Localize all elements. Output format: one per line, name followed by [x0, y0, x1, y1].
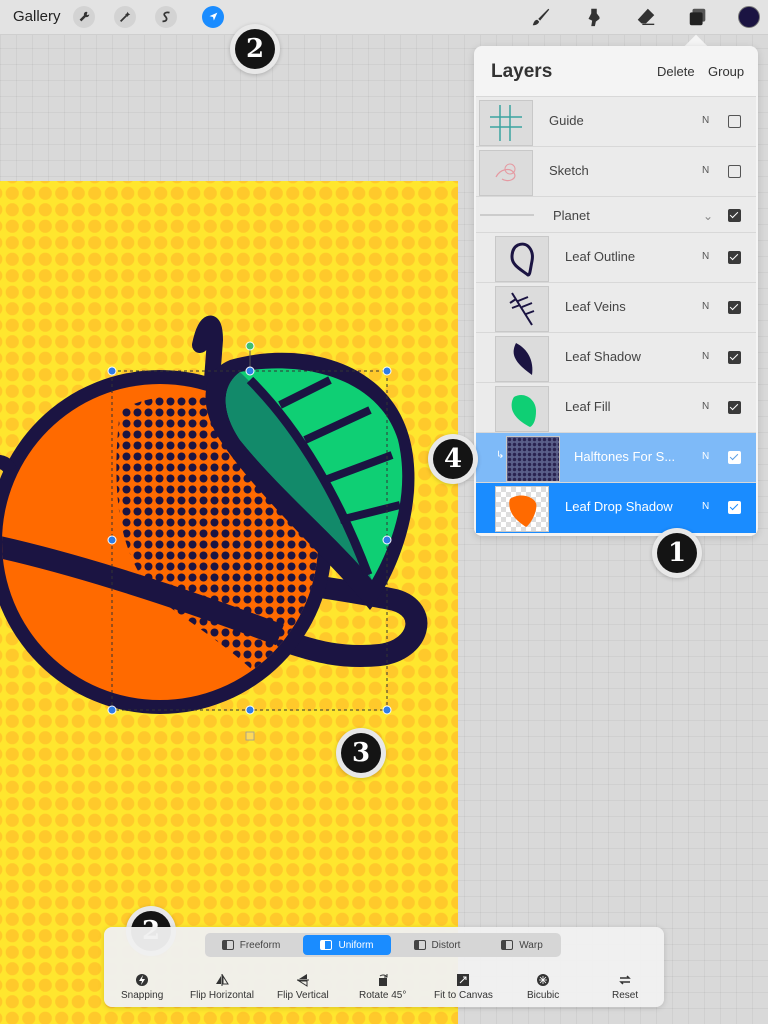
bicubic-icon	[537, 974, 550, 986]
layer-row-leaf-shadow[interactable]: Leaf Shadow N	[476, 332, 756, 383]
layer-thumbnail	[479, 150, 533, 196]
layer-row-halftones[interactable]: ↳ Halftones For S... N	[476, 432, 756, 483]
annotation-badge: 3	[336, 728, 386, 778]
drawing-canvas[interactable]	[0, 181, 458, 1024]
mode-distort-button[interactable]: Distort	[393, 935, 481, 955]
layer-row-leaf-fill[interactable]: Leaf Fill N	[476, 382, 756, 433]
flip-vertical-button[interactable]: Flip Vertical	[277, 973, 329, 1001]
uniform-icon	[320, 940, 333, 950]
layer-name: Leaf Fill	[565, 399, 611, 414]
layer-row-sketch[interactable]: Sketch N	[476, 146, 756, 197]
blend-mode-button[interactable]: N	[702, 401, 709, 412]
magic-wand-icon[interactable]	[114, 6, 136, 28]
layer-name: Guide	[549, 113, 584, 128]
layer-visibility-checkbox[interactable]	[728, 209, 741, 222]
layer-group-planet[interactable]: Planet ⌄	[476, 196, 756, 233]
layer-visibility-checkbox[interactable]	[728, 351, 741, 364]
selection-s-icon[interactable]	[155, 6, 177, 28]
reset-icon	[619, 975, 631, 985]
group-divider	[480, 214, 534, 216]
layers-icon[interactable]	[686, 5, 710, 29]
layers-panel: Layers Delete Group Guide N Sketch N Pla…	[474, 46, 758, 536]
freeform-icon	[221, 940, 234, 950]
color-swatch-button[interactable]	[738, 6, 760, 28]
fit-to-canvas-icon	[457, 974, 470, 986]
gallery-button[interactable]: Gallery	[13, 8, 61, 25]
reset-button[interactable]: Reset	[612, 973, 638, 1001]
smudge-icon[interactable]	[582, 5, 606, 29]
layer-row-leaf-veins[interactable]: Leaf Veins N	[476, 282, 756, 333]
layer-thumbnail	[495, 236, 549, 282]
layer-row-leaf-drop-shadow[interactable]: Leaf Drop Shadow N	[476, 482, 756, 533]
annotation-badge: 1	[652, 528, 702, 578]
layer-name: Leaf Shadow	[565, 349, 641, 364]
snapping-icon	[136, 974, 149, 986]
eraser-icon[interactable]	[634, 5, 658, 29]
top-toolbar: Gallery	[0, 0, 768, 35]
blend-mode-button[interactable]: N	[702, 251, 709, 262]
annotation-badge: 2	[230, 24, 280, 74]
layer-name: Leaf Veins	[565, 299, 626, 314]
flip-horizontal-icon	[215, 974, 229, 986]
snapping-button[interactable]: Snapping	[121, 973, 163, 1001]
layer-thumbnail	[495, 486, 549, 532]
layer-name: Halftones For S...	[574, 449, 676, 464]
layer-thumbnail	[495, 336, 549, 382]
distort-icon	[413, 940, 426, 950]
layer-visibility-checkbox[interactable]	[728, 165, 741, 178]
blend-mode-button[interactable]: N	[702, 501, 709, 512]
fit-to-canvas-button[interactable]: Fit to Canvas	[434, 973, 493, 1001]
planet-artwork	[0, 315, 428, 741]
layer-visibility-checkbox[interactable]	[728, 401, 741, 414]
warp-icon	[501, 940, 514, 950]
blend-mode-button[interactable]: N	[702, 451, 709, 462]
layer-row-guide[interactable]: Guide N	[476, 96, 756, 147]
blend-mode-button[interactable]: N	[702, 165, 709, 176]
layer-visibility-checkbox[interactable]	[728, 451, 741, 464]
rotate-45-button[interactable]: Rotate 45°	[359, 973, 406, 1001]
delete-layer-button[interactable]: Delete	[657, 64, 695, 79]
layer-name: Leaf Drop Shadow	[565, 499, 673, 514]
layer-name: Leaf Outline	[565, 249, 636, 264]
layer-row-leaf-outline[interactable]: Leaf Outline N	[476, 232, 756, 283]
mode-warp-button[interactable]: Warp	[485, 935, 559, 955]
clipping-mask-icon: ↳	[496, 450, 505, 461]
layer-visibility-checkbox[interactable]	[728, 301, 741, 314]
wrench-icon[interactable]	[73, 6, 95, 28]
group-name: Planet	[553, 208, 590, 223]
flip-vertical-icon	[296, 974, 309, 987]
chevron-down-icon[interactable]: ⌄	[703, 209, 713, 223]
layer-thumbnail	[479, 100, 533, 146]
group-layers-button[interactable]: Group	[708, 64, 744, 79]
transform-arrow-icon[interactable]	[202, 6, 224, 28]
layer-visibility-checkbox[interactable]	[728, 501, 741, 514]
layer-visibility-checkbox[interactable]	[728, 115, 741, 128]
blend-mode-button[interactable]: N	[702, 301, 709, 312]
layer-thumbnail	[506, 436, 560, 482]
transform-mode-selector: Freeform Uniform Distort Warp	[205, 933, 561, 957]
layer-name: Sketch	[549, 163, 589, 178]
blend-mode-button[interactable]: N	[702, 351, 709, 362]
mode-uniform-button[interactable]: Uniform	[303, 935, 391, 955]
annotation-badge: 4	[428, 434, 478, 484]
flip-horizontal-button[interactable]: Flip Horizontal	[190, 973, 254, 1001]
layer-thumbnail	[495, 386, 549, 432]
brush-icon[interactable]	[529, 5, 553, 29]
blend-mode-button[interactable]: N	[702, 115, 709, 126]
layers-title: Layers	[491, 61, 553, 82]
rotate-icon	[378, 974, 388, 986]
bicubic-button[interactable]: Bicubic	[527, 973, 559, 1001]
transform-toolbar: Freeform Uniform Distort Warp Snapping F…	[104, 927, 664, 1007]
mode-freeform-button[interactable]: Freeform	[207, 935, 295, 955]
layer-visibility-checkbox[interactable]	[728, 251, 741, 264]
layer-thumbnail	[495, 286, 549, 332]
